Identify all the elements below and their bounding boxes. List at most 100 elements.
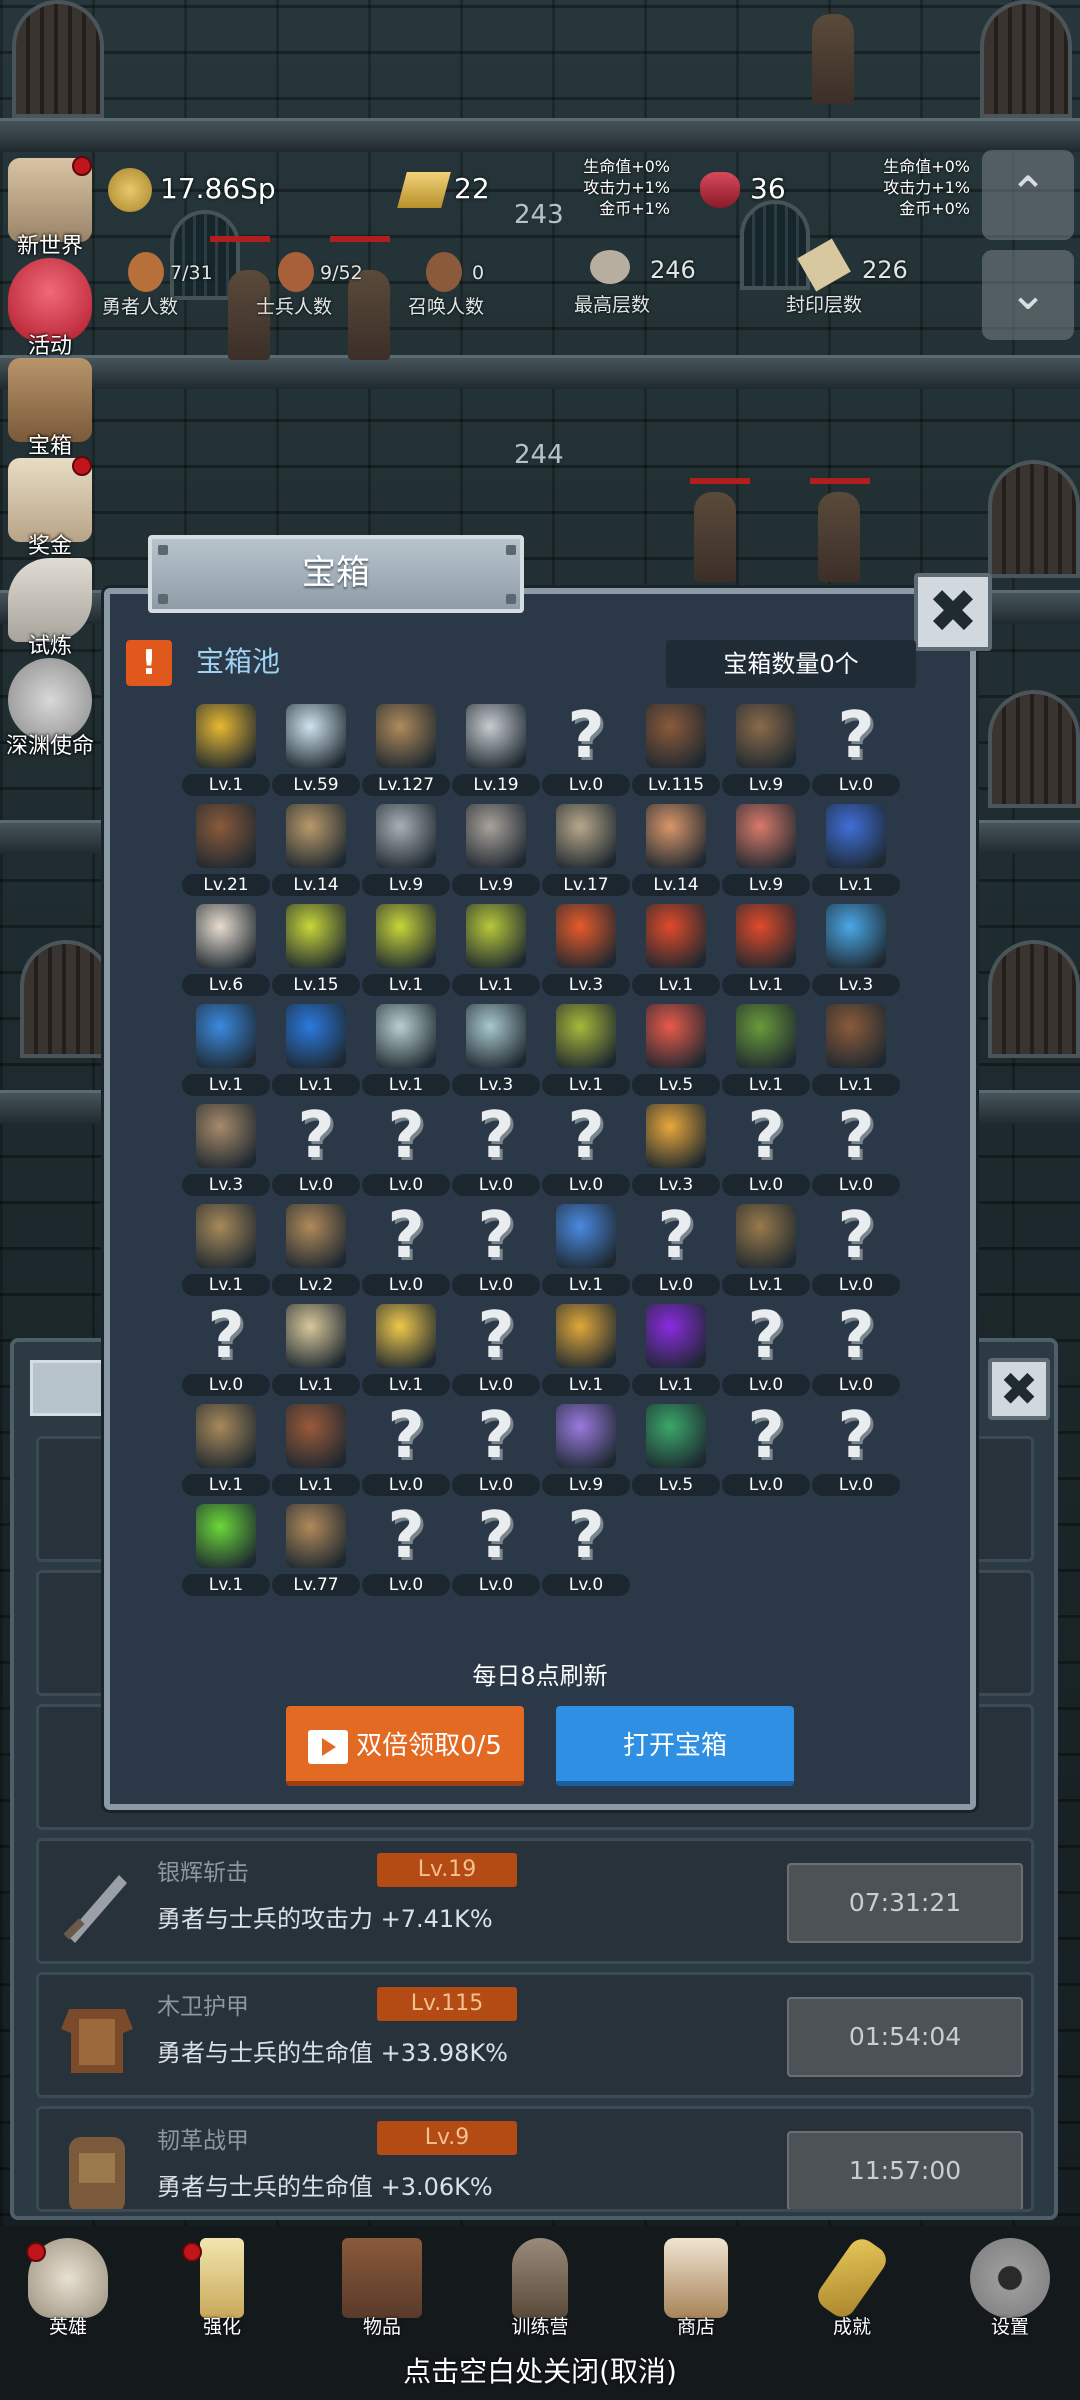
nav-upgrade[interactable]: 强化 — [162, 2238, 282, 2339]
item-slot[interactable]: Lv.9 — [722, 800, 810, 900]
item-slot[interactable]: ? Lv.0 — [812, 1300, 900, 1400]
equip-timer[interactable]: 07:31:21 — [787, 1863, 1023, 1943]
item-slot[interactable]: Lv.9 — [452, 800, 540, 900]
open-chest-button[interactable]: 打开宝箱 — [556, 1706, 794, 1786]
item-slot[interactable]: ? Lv.0 — [362, 1100, 450, 1200]
item-slot[interactable]: Lv.1 — [362, 1000, 450, 1100]
item-slot[interactable]: ? Lv.0 — [362, 1200, 450, 1300]
item-slot[interactable]: Lv.9 — [542, 1400, 630, 1500]
item-slot[interactable]: Lv.1 — [182, 700, 270, 800]
item-slot[interactable]: Lv.9 — [722, 700, 810, 800]
item-slot[interactable]: Lv.19 — [452, 700, 540, 800]
unknown-item-icon: ? — [387, 1099, 425, 1173]
diamond-icon — [286, 704, 346, 768]
item-slot[interactable]: Lv.6 — [182, 900, 270, 1000]
item-slot[interactable]: Lv.1 — [722, 900, 810, 1000]
item-slot[interactable]: Lv.2 — [272, 1200, 360, 1300]
item-slot[interactable]: Lv.3 — [452, 1000, 540, 1100]
scroll-down-button[interactable]: ⌄ — [982, 250, 1074, 340]
item-slot[interactable]: Lv.5 — [632, 1000, 720, 1100]
item-slot[interactable]: Lv.3 — [182, 1100, 270, 1200]
side-menu-abyss[interactable]: 深渊使命 — [0, 658, 100, 760]
equip-row[interactable]: 银辉斩击 Lv.19 勇者与士兵的攻击力 +7.41K% 07:31:21 — [36, 1838, 1034, 1964]
item-slot[interactable]: ? Lv.0 — [542, 1500, 630, 1600]
item-slot[interactable]: ? Lv.0 — [182, 1300, 270, 1400]
nav-training[interactable]: 训练营 — [480, 2238, 600, 2339]
equip-timer[interactable]: 11:57:00 — [787, 2131, 1023, 2209]
item-slot[interactable]: Lv.1 — [542, 1200, 630, 1300]
modal-close-button[interactable]: ✖ — [914, 573, 992, 651]
item-slot[interactable]: Lv.1 — [182, 1000, 270, 1100]
nav-settings[interactable]: 设置 — [950, 2238, 1070, 2339]
equip-name: 银辉斩击 — [157, 1860, 249, 1886]
item-slot[interactable]: ? Lv.0 — [362, 1400, 450, 1500]
item-slot[interactable]: Lv.5 — [632, 1400, 720, 1500]
double-claim-button[interactable]: 双倍领取0/5 — [286, 1706, 524, 1786]
item-slot[interactable]: Lv.127 — [362, 700, 450, 800]
item-slot[interactable]: Lv.15 — [272, 900, 360, 1000]
dungeon-door — [12, 0, 104, 118]
item-slot[interactable]: ? Lv.0 — [452, 1400, 540, 1500]
item-level: Lv.1 — [542, 1074, 630, 1096]
item-slot[interactable]: ? Lv.0 — [452, 1200, 540, 1300]
item-slot[interactable]: ? Lv.0 — [362, 1500, 450, 1600]
item-slot[interactable]: Lv.3 — [542, 900, 630, 1000]
item-slot[interactable]: ? Lv.0 — [812, 700, 900, 800]
item-slot[interactable]: Lv.3 — [632, 1100, 720, 1200]
item-slot[interactable]: Lv.1 — [812, 1000, 900, 1100]
item-slot[interactable]: ? Lv.0 — [272, 1100, 360, 1200]
item-slot[interactable]: Lv.1 — [632, 900, 720, 1000]
item-slot[interactable]: ? Lv.0 — [452, 1300, 540, 1400]
item-slot[interactable]: Lv.1 — [722, 1200, 810, 1300]
item-slot[interactable]: ? Lv.0 — [812, 1200, 900, 1300]
item-slot[interactable]: Lv.17 — [542, 800, 630, 900]
panel-close-button[interactable]: ✖ — [988, 1358, 1050, 1420]
item-slot[interactable]: Lv.14 — [272, 800, 360, 900]
item-slot[interactable]: Lv.1 — [812, 800, 900, 900]
item-slot[interactable]: Lv.1 — [182, 1200, 270, 1300]
side-menu-activity[interactable]: 活动 — [0, 258, 100, 360]
item-slot[interactable]: ? Lv.0 — [722, 1400, 810, 1500]
item-slot[interactable]: Lv.1 — [632, 1300, 720, 1400]
item-slot[interactable]: Lv.1 — [182, 1400, 270, 1500]
nav-shop[interactable]: 商店 — [636, 2238, 756, 2339]
item-slot[interactable]: Lv.59 — [272, 700, 360, 800]
potion-icon — [556, 904, 616, 968]
equip-row[interactable]: 木卫护甲 Lv.115 勇者与士兵的生命值 +33.98K% 01:54:04 — [36, 1972, 1034, 2098]
item-slot[interactable]: Lv.9 — [362, 800, 450, 900]
item-slot[interactable]: ? Lv.0 — [542, 1100, 630, 1200]
item-slot[interactable]: Lv.1 — [272, 1000, 360, 1100]
nav-achievements[interactable]: 成就 — [792, 2233, 912, 2339]
item-slot[interactable]: ? Lv.0 — [812, 1100, 900, 1200]
item-slot[interactable]: Lv.1 — [182, 1500, 270, 1600]
item-slot[interactable]: Lv.21 — [182, 800, 270, 900]
chest-count: 宝箱数量0个 — [666, 640, 916, 688]
item-slot[interactable]: Lv.1 — [272, 1400, 360, 1500]
item-slot[interactable]: ? Lv.0 — [452, 1500, 540, 1600]
item-slot[interactable]: Lv.77 — [272, 1500, 360, 1600]
item-slot[interactable]: Lv.1 — [362, 1300, 450, 1400]
item-slot[interactable]: ? Lv.0 — [812, 1400, 900, 1500]
item-slot[interactable]: ? Lv.0 — [452, 1100, 540, 1200]
item-slot[interactable]: Lv.3 — [812, 900, 900, 1000]
side-menu-trial[interactable]: 试炼 — [0, 558, 100, 660]
equip-row[interactable]: 韧革战甲 Lv.9 勇者与士兵的生命值 +3.06K% 11:57:00 — [36, 2106, 1034, 2212]
item-slot[interactable]: Lv.1 — [452, 900, 540, 1000]
item-slot[interactable]: Lv.1 — [362, 900, 450, 1000]
item-slot[interactable]: Lv.1 — [542, 1000, 630, 1100]
dungeon-window — [740, 200, 810, 290]
item-slot[interactable]: ? Lv.0 — [722, 1300, 810, 1400]
side-menu-chest[interactable]: 宝箱 — [0, 358, 100, 460]
item-slot[interactable]: Lv.14 — [632, 800, 720, 900]
item-slot[interactable]: Lv.1 — [272, 1300, 360, 1400]
equip-timer[interactable]: 01:54:04 — [787, 1997, 1023, 2077]
item-slot[interactable]: ? Lv.0 — [542, 700, 630, 800]
close-hint[interactable]: 点击空白处关闭(取消) — [0, 2350, 1080, 2390]
item-slot[interactable]: ? Lv.0 — [722, 1100, 810, 1200]
item-slot[interactable]: Lv.115 — [632, 700, 720, 800]
scroll-up-button[interactable]: ⌃ — [982, 150, 1074, 240]
nav-items[interactable]: 物品 — [322, 2238, 442, 2339]
item-slot[interactable]: Lv.1 — [542, 1300, 630, 1400]
item-slot[interactable]: Lv.1 — [722, 1000, 810, 1100]
item-slot[interactable]: ? Lv.0 — [632, 1200, 720, 1300]
